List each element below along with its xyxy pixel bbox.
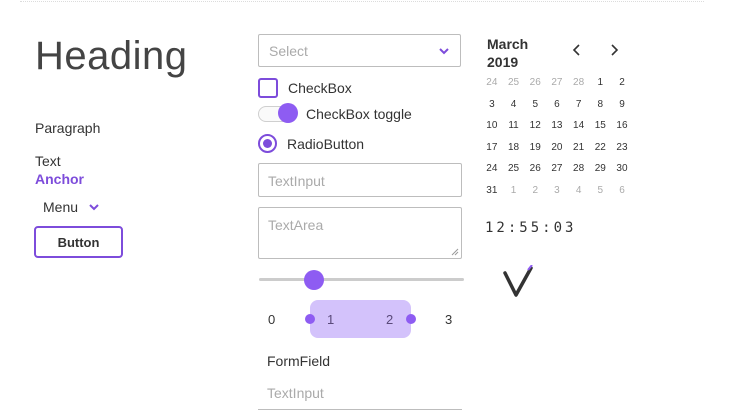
calendar-day[interactable]: 22 (589, 137, 611, 159)
primary-button[interactable]: Button (34, 226, 123, 258)
calendar-day[interactable]: 8 (589, 94, 611, 116)
calendar-day[interactable]: 2 (611, 72, 633, 94)
calendar-day[interactable]: 27 (546, 158, 568, 180)
calendar-day[interactable]: 9 (611, 94, 633, 116)
calendar-day[interactable]: 16 (611, 115, 633, 137)
calendar-day[interactable]: 31 (481, 180, 503, 202)
calendar-day[interactable]: 2 (524, 180, 546, 202)
toggle-track[interactable] (258, 103, 298, 123)
text-input[interactable]: TextInput (258, 163, 462, 197)
calendar-day[interactable]: 28 (568, 72, 590, 94)
radio-selected-dot (263, 139, 272, 148)
menu-dropdown[interactable]: Menu (43, 199, 100, 215)
calendar-day[interactable]: 4 (503, 94, 525, 116)
calendar-day[interactable]: 14 (568, 115, 590, 137)
range-min-label: 0 (268, 312, 276, 327)
calendar-month: March (487, 36, 529, 52)
calendar-day[interactable]: 26 (524, 158, 546, 180)
top-divider (20, 1, 704, 2)
calendar-day[interactable]: 6 (611, 180, 633, 202)
calendar-day[interactable]: 30 (611, 158, 633, 180)
calendar-day[interactable]: 25 (503, 72, 525, 94)
resize-grip-icon[interactable] (451, 248, 459, 256)
radio-label: RadioButton (287, 135, 365, 152)
select-placeholder: Select (269, 42, 308, 59)
calendar-day[interactable]: 26 (524, 72, 546, 94)
checkbox-toggle[interactable]: CheckBox toggle (258, 103, 412, 123)
checkbox-box[interactable] (258, 78, 278, 98)
chevron-down-icon (89, 204, 99, 211)
calendar-day[interactable]: 3 (481, 94, 503, 116)
checkbox[interactable]: CheckBox (258, 78, 352, 98)
radio-circle[interactable] (258, 134, 277, 153)
calendar-day[interactable]: 1 (589, 72, 611, 94)
heading: Heading (35, 34, 188, 78)
calendar-day[interactable]: 3 (546, 180, 568, 202)
calendar-day[interactable]: 27 (546, 72, 568, 94)
calendar-day[interactable]: 21 (568, 137, 590, 159)
slider-track[interactable] (259, 278, 464, 281)
menu-label: Menu (43, 199, 79, 215)
range-high-label: 2 (386, 312, 394, 327)
select-dropdown[interactable]: Select (258, 34, 461, 67)
calendar-day[interactable]: 23 (611, 137, 633, 159)
anchor-link[interactable]: Anchor (35, 171, 84, 187)
calendar-day[interactable]: 20 (546, 137, 568, 159)
formfield-input[interactable]: TextInput (258, 380, 462, 410)
app-root: Heading Paragraph Text Anchor Menu Butto… (0, 0, 730, 417)
calendar-day[interactable]: 24 (481, 158, 503, 180)
text: Text (35, 153, 61, 169)
calendar-day[interactable]: 25 (503, 158, 525, 180)
range-lower-handle[interactable] (305, 314, 315, 324)
calendar-header: March 2019 (487, 35, 528, 71)
grommet-logo-icon (503, 265, 533, 297)
radio-button[interactable]: RadioButton (258, 134, 364, 153)
calendar-day[interactable]: 1 (503, 180, 525, 202)
calendar-day[interactable]: 12 (524, 115, 546, 137)
calendar-year: 2019 (487, 54, 519, 70)
clock: 12:55:03 (485, 220, 577, 236)
calendar-day[interactable]: 18 (503, 137, 525, 159)
calendar-day[interactable]: 5 (589, 180, 611, 202)
calendar-day[interactable]: 5 (524, 94, 546, 116)
calendar-day[interactable]: 15 (589, 115, 611, 137)
calendar-day[interactable]: 24 (481, 72, 503, 94)
chevron-left-icon[interactable] (569, 42, 585, 58)
calendar-day[interactable]: 6 (546, 94, 568, 116)
range-low-label: 1 (327, 312, 335, 327)
calendar-day[interactable]: 7 (568, 94, 590, 116)
checkbox-label: CheckBox (288, 80, 352, 96)
calendar-day[interactable]: 28 (568, 158, 590, 180)
paragraph: Paragraph (35, 120, 101, 136)
text-area[interactable]: TextArea (258, 207, 462, 259)
calendar-day[interactable]: 19 (524, 137, 546, 159)
toggle-knob[interactable] (278, 103, 298, 123)
slider-thumb[interactable] (304, 270, 325, 290)
textarea-placeholder: TextArea (268, 217, 324, 233)
chevron-right-icon[interactable] (606, 42, 622, 58)
calendar-day[interactable]: 4 (568, 180, 590, 202)
calendar-day[interactable]: 11 (503, 115, 525, 137)
range-upper-handle[interactable] (406, 314, 416, 324)
formfield-label: FormField (267, 353, 331, 369)
range-selector-selection[interactable] (310, 300, 411, 338)
toggle-label: CheckBox toggle (306, 106, 412, 122)
chevron-down-icon (439, 47, 449, 54)
range-max-label: 3 (445, 312, 453, 327)
calendar-day[interactable]: 13 (546, 115, 568, 137)
calendar-day[interactable]: 17 (481, 137, 503, 159)
calendar-day[interactable]: 29 (589, 158, 611, 180)
calendar-grid: 24 25 26 27 28 1 2 3 4 5 6 7 8 9 10 11 12 13 14 15 16 17 18 19 2… (481, 72, 631, 201)
calendar-day[interactable]: 10 (481, 115, 503, 137)
